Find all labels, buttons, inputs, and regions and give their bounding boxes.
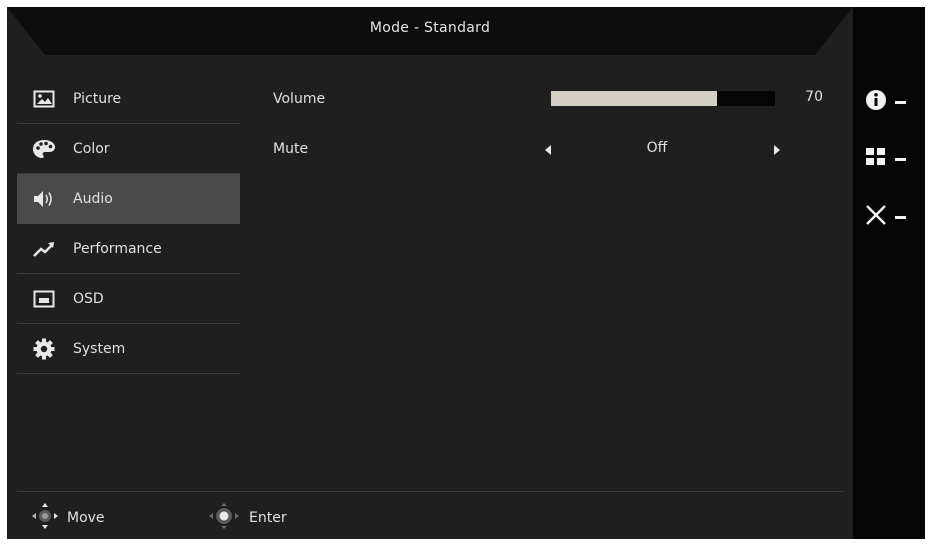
trending-up-icon <box>31 238 57 260</box>
menu-item-label: Color <box>73 140 110 157</box>
osd-window: Mode - Standard Picture Color Audio Perf… <box>7 7 925 539</box>
info-dash <box>895 100 906 104</box>
main-menu: Picture Color Audio Performance OSD Syst… <box>17 74 240 374</box>
volume-slider-fill <box>551 91 717 106</box>
footer-move-label: Move <box>67 510 105 526</box>
osd-window-icon <box>31 288 57 310</box>
volume-label: Volume <box>273 91 326 107</box>
palette-icon <box>31 138 57 160</box>
close-dash <box>895 215 906 219</box>
menu-item-picture[interactable]: Picture <box>17 74 240 124</box>
menu-item-system[interactable]: System <box>17 324 240 374</box>
menu-item-label: Performance <box>73 240 162 257</box>
picture-icon <box>31 88 57 110</box>
grid-dash <box>895 157 906 161</box>
menu-item-audio[interactable]: Audio <box>17 174 240 224</box>
info-icon <box>865 89 887 115</box>
hotkey-panel <box>853 7 925 539</box>
info-button[interactable] <box>865 87 915 117</box>
volume-slider[interactable] <box>551 91 775 106</box>
mute-right-arrow-icon[interactable] <box>774 145 780 155</box>
footer-move: Move <box>31 502 105 534</box>
close-icon <box>865 204 887 230</box>
menu-item-label: Picture <box>73 90 122 107</box>
volume-value: 70 <box>805 89 823 105</box>
menu-item-color[interactable]: Color <box>17 124 240 174</box>
gear-icon <box>31 338 57 360</box>
menu-item-label: OSD <box>73 290 104 307</box>
joystick-move-icon <box>31 502 59 534</box>
mute-value[interactable]: Off <box>607 140 707 156</box>
footer-divider <box>17 491 843 492</box>
mute-left-arrow-icon[interactable] <box>545 145 551 155</box>
speaker-icon <box>31 188 57 210</box>
menu-item-label: System <box>73 340 126 357</box>
close-button[interactable] <box>865 202 915 232</box>
header: Mode - Standard <box>7 7 853 57</box>
grid-icon <box>865 146 887 172</box>
joystick-press-icon <box>207 502 241 534</box>
footer-enter: Enter <box>207 502 287 534</box>
mute-label: Mute <box>273 141 309 157</box>
menu-item-osd[interactable]: OSD <box>17 274 240 324</box>
page-title: Mode - Standard <box>369 20 491 36</box>
menu-item-performance[interactable]: Performance <box>17 224 240 274</box>
grid-button[interactable] <box>865 144 915 174</box>
menu-item-label: Audio <box>73 190 113 207</box>
footer-enter-label: Enter <box>249 510 287 526</box>
